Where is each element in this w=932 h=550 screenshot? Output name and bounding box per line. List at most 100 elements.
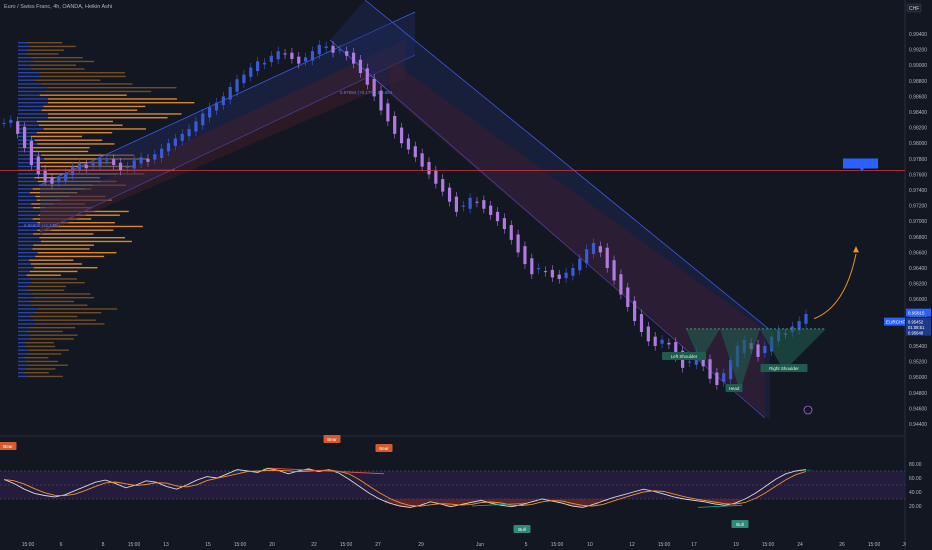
volume-profile-bar: [18, 252, 38, 254]
volume-profile-bar: [18, 210, 41, 213]
candle-body: [804, 314, 808, 324]
volume-profile-bar: [32, 293, 91, 295]
candle-body: [365, 68, 369, 85]
candle-body: [242, 74, 246, 84]
volume-profile-bar: [31, 68, 85, 70]
price-box-line: 0.95648: [908, 331, 924, 336]
volume-profile-bar: [18, 237, 40, 239]
volume-profile-bar: [29, 270, 78, 273]
volume-profile-bar: [24, 372, 49, 374]
volume-profile-bar: [33, 319, 96, 321]
candle-body: [125, 166, 129, 168]
candle-body: [57, 177, 61, 183]
time-tick-label: Jun: [476, 542, 484, 548]
candle-body: [91, 163, 95, 166]
volume-profile-bar: [32, 248, 90, 250]
candle-body: [763, 346, 767, 354]
time-tick-label: 15:00: [234, 542, 247, 548]
volume-profile-bar: [18, 338, 30, 340]
time-tick-label: 15:00: [762, 542, 775, 548]
price-tick-label: 0.96600: [909, 250, 927, 256]
candle-body: [22, 126, 27, 148]
right-shoulder-label: Right Shoulder: [769, 366, 799, 371]
volume-profile-bar: [32, 150, 89, 153]
volume-profile-bar: [18, 132, 37, 134]
volume-profile-bar: [29, 64, 77, 66]
symbol-title: Euro / Swiss Franc, 4h, OANDA, Heikin As…: [4, 4, 112, 10]
volume-profile-bar: [25, 345, 56, 348]
volume-profile-bar: [18, 278, 30, 280]
volume-profile-bar: [18, 53, 27, 55]
volume-profile-bar: [18, 184, 40, 186]
volume-profile-bar: [18, 60, 34, 63]
candle-body: [194, 121, 198, 132]
candle-body: [290, 52, 294, 59]
bear-tag: Bear: [327, 437, 337, 442]
price-tick-label: 0.98600: [909, 94, 927, 100]
time-tick-label: 24: [797, 542, 803, 548]
candle-body: [9, 119, 13, 123]
candle-body: [667, 342, 671, 345]
candle-body: [160, 148, 164, 159]
volume-profile-bar: [26, 330, 63, 333]
volume-profile-bar: [18, 139, 35, 141]
volume-profile-bar: [33, 244, 94, 246]
volume-profile-bar: [18, 180, 38, 183]
time-tick-label: 15:00: [340, 542, 353, 548]
volume-profile-bar: [18, 203, 32, 205]
candle-body: [2, 122, 6, 124]
volume-profile-bar: [18, 300, 30, 303]
candle-body: [591, 243, 596, 254]
price-tick-label: 0.97000: [909, 219, 927, 225]
price-tick-label: 0.97800: [909, 157, 927, 163]
volume-profile-bar: [18, 330, 27, 333]
price-tick-label: 0.98000: [909, 141, 927, 147]
candle-body: [406, 138, 411, 150]
price-channels: [39, 0, 771, 420]
head-label: Head: [729, 386, 740, 391]
symbol-tag: EURCHF: [886, 320, 905, 325]
volume-profile-bar: [18, 68, 32, 70]
volume-profile-bar: [18, 207, 33, 209]
chart-canvas[interactable]: Euro / Swiss Franc, 4h, OANDA, Heikin As…: [0, 0, 932, 550]
candle-body: [36, 156, 40, 175]
time-tick-label: 20: [269, 542, 275, 548]
candle-body: [153, 154, 157, 160]
volume-profile-bar: [29, 45, 76, 48]
candle-body: [338, 49, 342, 51]
volume-profile-bar: [18, 315, 30, 318]
candle-body: [283, 53, 287, 55]
oscillator-pane: [0, 467, 905, 508]
candle-body: [605, 247, 609, 268]
volume-profile-bar: [18, 327, 30, 329]
candle-body: [509, 225, 513, 240]
volume-profile-bar: [27, 364, 68, 366]
candle-body: [530, 258, 534, 275]
volume-profile-bar: [18, 154, 42, 156]
time-tick-label: 5: [525, 542, 528, 548]
price-tick-label: 0.99400: [909, 32, 927, 38]
candle-body: [324, 46, 328, 49]
volume-profile-bar: [18, 312, 35, 314]
candle-body: [269, 55, 273, 63]
oscillator-axis-ticks: 80.00 60.00 40.00 20.00: [909, 462, 922, 510]
candle-body: [427, 161, 431, 175]
volume-profile-bar: [18, 267, 34, 269]
volume-profile-bar: [31, 304, 88, 306]
candle-body: [297, 56, 301, 64]
time-tick-label: 15:00: [551, 542, 564, 548]
volume-profile-bar: [18, 372, 25, 374]
volume-profile-bar: [39, 75, 126, 78]
price-tick-label: 0.99200: [909, 48, 927, 54]
candle-body: [310, 51, 315, 61]
candle-body: [489, 205, 493, 215]
volume-profile-bar: [18, 334, 30, 336]
volume-profile-bar: [38, 124, 123, 126]
time-tick-label: 22: [311, 542, 317, 548]
time-tick-label: 13: [163, 542, 169, 548]
candle-body: [43, 169, 47, 181]
price-tick-label: 0.98200: [909, 126, 927, 132]
volume-profile-bar: [18, 57, 31, 59]
bull-tag: Bull: [518, 527, 526, 532]
volume-profile-bar: [18, 102, 48, 104]
